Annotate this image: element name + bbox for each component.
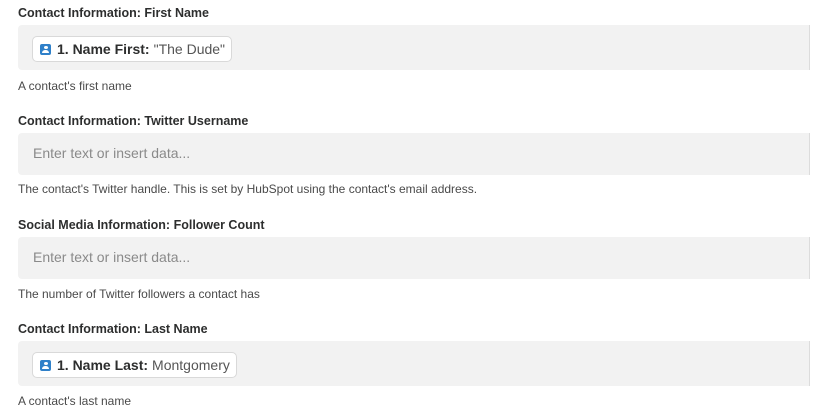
pill-value: Montgomery xyxy=(152,357,230,373)
pill-value: "The Dude" xyxy=(153,41,226,57)
input-placeholder: Enter text or insert data... xyxy=(33,249,191,265)
field-label: Social Media Information: Follower Count xyxy=(18,218,265,232)
field-label: Contact Information: First Name xyxy=(18,6,209,20)
input-options-button[interactable] xyxy=(809,341,836,386)
field-help-text: A contact's last name xyxy=(18,394,132,408)
input-options-button[interactable] xyxy=(809,133,836,175)
field-help-text: A contact's first name xyxy=(18,79,132,93)
field-help-text: The number of Twitter followers a contac… xyxy=(18,287,260,301)
field-label: Contact Information: Twitter Username xyxy=(18,114,249,128)
last-name-input[interactable]: 1. Name Last: Montgomery xyxy=(18,341,809,386)
twitter-username-input[interactable]: Enter text or insert data... xyxy=(18,133,809,175)
follower-count-input[interactable]: Enter text or insert data... xyxy=(18,237,809,279)
contact-card-icon xyxy=(40,359,51,371)
field-label: Contact Information: Last Name xyxy=(18,322,208,336)
input-options-button[interactable] xyxy=(809,237,836,279)
first-name-input[interactable]: 1. Name First: "The Dude" xyxy=(18,25,809,70)
data-pill[interactable]: 1. Name First: "The Dude" xyxy=(32,36,233,62)
input-placeholder: Enter text or insert data... xyxy=(33,145,191,161)
mapping-form: Contact Information: First Name 1. Name … xyxy=(0,0,836,419)
pill-key: 1. Name Last: xyxy=(57,357,149,373)
pill-key: 1. Name First: xyxy=(57,41,150,57)
input-options-button[interactable] xyxy=(809,25,836,70)
data-pill[interactable]: 1. Name Last: Montgomery xyxy=(32,352,237,378)
contact-card-icon xyxy=(40,43,51,55)
field-help-text: The contact's Twitter handle. This is se… xyxy=(18,182,478,196)
